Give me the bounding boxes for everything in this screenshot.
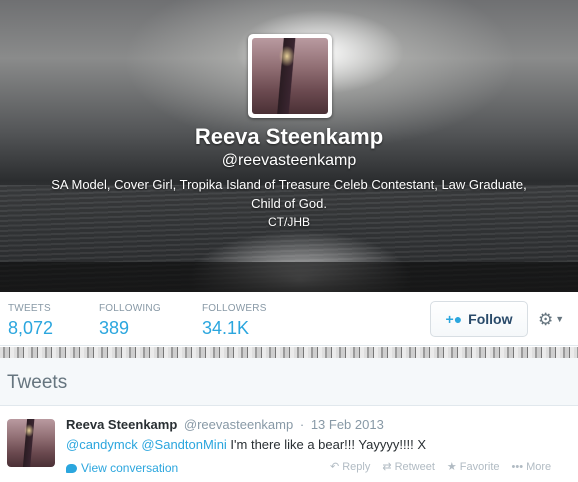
more-label: More <box>526 460 552 473</box>
more-icon: ••• <box>511 460 524 473</box>
reply-icon: ↶ <box>330 461 340 473</box>
gear-icon: ⚙ <box>538 309 554 329</box>
retweet-button[interactable]: ⇄ Retweet <box>382 460 435 474</box>
tweet-mention-candymck[interactable]: @candymck <box>66 437 138 452</box>
tweet-header: Reeva Steenkamp @reevasteenkamp · 13 Feb… <box>66 417 384 432</box>
view-conversation-label: View conversation <box>81 461 179 475</box>
stat-tweets-label: TWEETS <box>8 303 51 314</box>
retweet-label: Retweet <box>394 460 435 473</box>
tweet-date[interactable]: 13 Feb 2013 <box>311 417 384 432</box>
speech-bubble-icon <box>66 463 77 473</box>
reply-button[interactable]: ↶ Reply <box>330 460 371 474</box>
stat-tweets[interactable]: TWEETS 8,072 <box>8 303 53 339</box>
profile-handle: @reevasteenkamp <box>221 152 357 169</box>
cover-shore <box>0 262 578 292</box>
view-conversation-link[interactable]: View conversation <box>66 461 178 475</box>
reply-label: Reply <box>342 460 371 473</box>
tweet-author-avatar[interactable] <box>7 419 55 467</box>
more-button[interactable]: ••• More <box>512 460 552 473</box>
profile-location: CT/JHB <box>268 215 310 229</box>
follow-button[interactable]: +● Follow <box>430 301 528 337</box>
tweets-section-title: Tweets <box>7 372 68 393</box>
stat-followers[interactable]: FOLLOWERS 34.1K <box>202 303 267 339</box>
stat-following-label: FOLLOWING <box>99 303 161 314</box>
profile-header-cover: Reeva Steenkamp @reevasteenkamp SA Model… <box>0 0 578 292</box>
add-user-icon: +● <box>445 311 463 327</box>
favorite-button[interactable]: ★ Favorite <box>446 460 500 474</box>
tweet-author-name[interactable]: Reeva Steenkamp <box>66 417 177 432</box>
tweet-mention-sandtonmini[interactable]: @SandtonMini <box>141 437 226 452</box>
cover-city-strip <box>0 347 578 358</box>
stat-following-value: 389 <box>99 318 130 338</box>
chevron-down-icon: ▼ <box>555 313 565 324</box>
profile-bio: SA Model, Cover Girl, Tropika Island of … <box>51 177 527 211</box>
profile-stats-bar: TWEETS 8,072 FOLLOWING 389 FOLLOWERS 34.… <box>0 292 578 346</box>
profile-avatar-image <box>252 38 328 114</box>
tweet-actions: ↶ Reply ⇄ Retweet ★ Favorite ••• More <box>330 460 552 474</box>
profile-name: Reeva Steenkamp <box>194 124 384 149</box>
stat-followers-value: 34.1K <box>202 318 250 338</box>
stat-following[interactable]: FOLLOWING 389 <box>99 303 161 339</box>
stat-tweets-value: 8,072 <box>8 318 54 338</box>
stat-followers-label: FOLLOWERS <box>202 303 267 314</box>
tweet-text: @candymck @SandtonMini I'm there like a … <box>66 437 426 452</box>
settings-menu-button[interactable]: ⚙ ▼ <box>538 306 574 332</box>
star-icon: ★ <box>446 461 457 473</box>
tweet-author-handle[interactable]: @reevasteenkamp <box>184 417 293 432</box>
favorite-label: Favorite <box>459 460 500 473</box>
retweet-icon: ⇄ <box>382 461 392 473</box>
follow-button-label: Follow <box>468 311 513 327</box>
tweet-body-text: I'm there like a bear!!! Yayyyy!!!! X <box>226 437 427 452</box>
tweets-section-header: Tweets <box>0 358 578 406</box>
tweet-separator: · <box>299 417 305 432</box>
profile-avatar[interactable] <box>248 34 332 118</box>
tweet-item[interactable]: Reeva Steenkamp @reevasteenkamp · 13 Feb… <box>0 407 578 482</box>
